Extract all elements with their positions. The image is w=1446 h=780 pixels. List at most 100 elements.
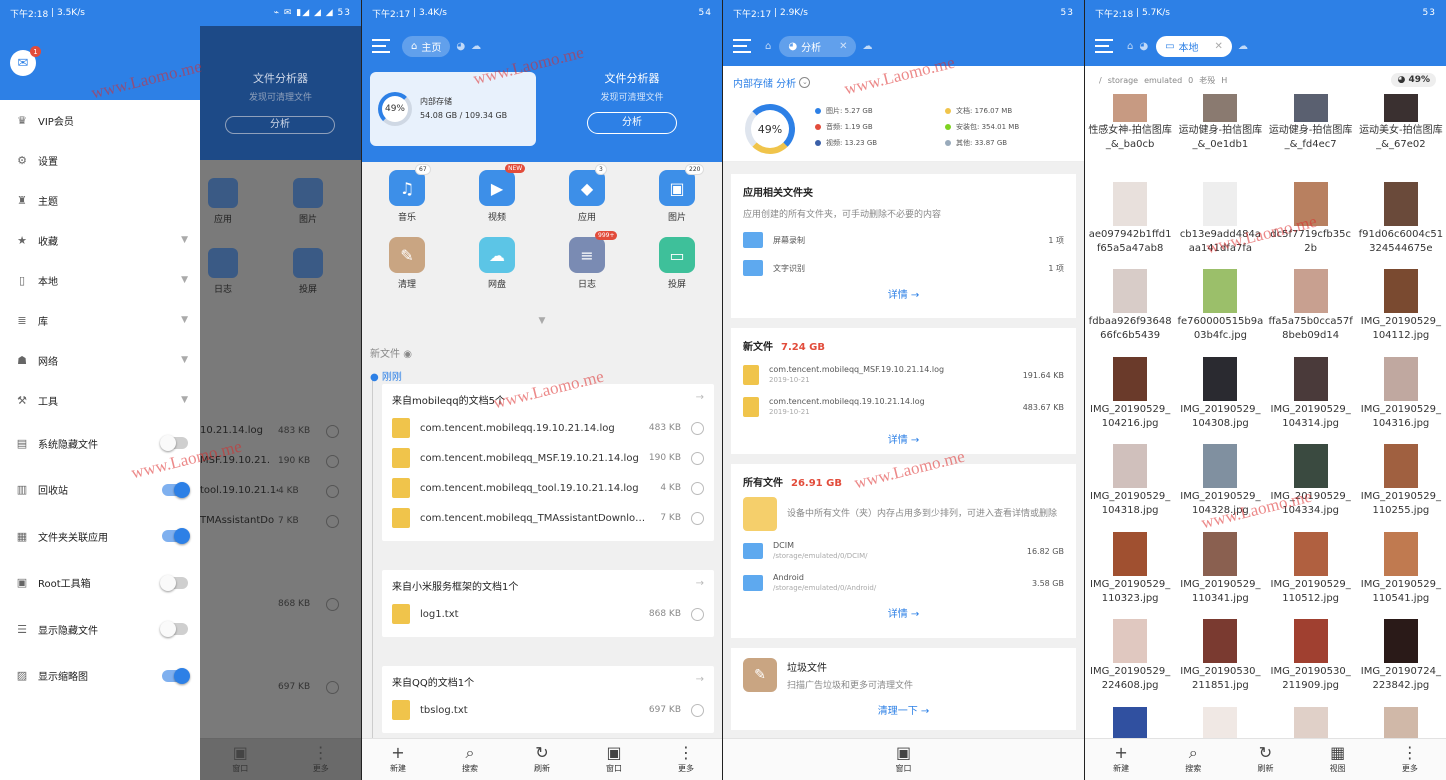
file-row[interactable]: com.tencent.mobileqq_MSF.19.10.21.14.log…: [392, 443, 704, 473]
select-radio[interactable]: [691, 481, 704, 495]
storage-percent[interactable]: ◕ 49%: [1391, 73, 1436, 87]
file-row[interactable]: com.tencent.mobileqq_TMAssistantDownload…: [392, 503, 704, 533]
bottom-more[interactable]: ⋮ 更多: [313, 745, 329, 774]
image-item[interactable]: f91d06c6004c51324544675e: [1356, 181, 1446, 270]
bottom-button-2[interactable]: ↻ 刷新: [1257, 745, 1273, 774]
image-item[interactable]: IMG_20190529_110341.jpg: [1175, 531, 1265, 620]
bottom-button-4[interactable]: ⋮ 更多: [678, 745, 694, 774]
home-icon[interactable]: ⌂: [765, 41, 771, 52]
tab-analysis[interactable]: ◕ 分析 ✕: [779, 35, 857, 57]
category-7[interactable]: ▭ 投屏: [632, 237, 722, 290]
image-item[interactable]: 运动美女-拍信图库_&_67e02: [1356, 94, 1446, 182]
chevron-down-icon[interactable]: ⌄: [799, 76, 811, 88]
drawer-item-network[interactable]: ☗ 网络 ▼: [0, 340, 200, 380]
toggle-switch[interactable]: [162, 481, 190, 498]
image-item[interactable]: IMG_20190529_110323.jpg: [1085, 531, 1175, 620]
breadcrumb-segment[interactable]: H: [1221, 76, 1227, 85]
eye-icon[interactable]: ◉: [403, 349, 412, 360]
folder-row[interactable]: DCIM/storage/emulated/0/DCIM/16.82 GB: [743, 535, 1064, 567]
bottom-button-0[interactable]: ▣ 窗口: [896, 745, 912, 774]
select-radio[interactable]: [326, 598, 339, 611]
bottom-button-1[interactable]: ⌕ 搜索: [1185, 745, 1201, 774]
folder-row[interactable]: 文字识别 1 项: [743, 254, 1064, 282]
tab-local[interactable]: ▭ 本地 ✕: [1156, 35, 1232, 57]
bottom-button-3[interactable]: ▦ 视图: [1330, 745, 1346, 774]
image-item[interactable]: IMG_20190530_211909.jpg: [1266, 619, 1356, 707]
group-title[interactable]: 来自QQ的文档1个: [392, 674, 704, 689]
file-row[interactable]: log1.txt 868 KB: [392, 599, 704, 629]
toggle-switch[interactable]: [160, 621, 188, 638]
toggle-switch[interactable]: [162, 667, 190, 684]
image-item[interactable]: 运动健身-拍信图库_&_fd4ec7: [1266, 94, 1356, 182]
bottom-window[interactable]: ▣ 窗口: [232, 745, 248, 774]
toggle-switch[interactable]: [160, 574, 188, 591]
image-item[interactable]: 运动健身-拍信图库_&_0e1db1: [1175, 94, 1265, 182]
folder-row[interactable]: 屏幕录制 1 项: [743, 226, 1064, 254]
menu-icon[interactable]: [1095, 39, 1113, 53]
image-item[interactable]: IMG_20190529_104334.jpg: [1266, 444, 1356, 532]
drawer-item-crown[interactable]: ♛ VIP会员: [0, 100, 200, 140]
select-radio[interactable]: [691, 511, 704, 525]
file-row[interactable]: com.tencent.mobileqq.19.10.21.14.log 483 …: [392, 413, 704, 443]
group-title[interactable]: 来自小米服务框架的文档1个: [392, 578, 704, 593]
image-item[interactable]: dc5f7719cfb35c2b: [1266, 181, 1356, 270]
expand-chevron-icon[interactable]: ▼: [362, 316, 722, 326]
drawer-item-gear[interactable]: ⚙ 设置: [0, 140, 200, 180]
chart-icon[interactable]: ◕: [1139, 41, 1148, 52]
image-item[interactable]: ae097942b1ffd1f65a5a47ab8: [1085, 181, 1175, 270]
breadcrumb-segment[interactable]: emulated: [1144, 76, 1182, 85]
clean-button[interactable]: 清理一下 →: [743, 702, 1064, 717]
toggle-switch[interactable]: [160, 435, 188, 452]
file-row[interactable]: com.tencent.mobileqq.19.10.21.14.log 2019…: [743, 391, 1064, 423]
drawer-item-shirt[interactable]: ♜ 主题: [0, 180, 200, 220]
menu-icon[interactable]: [372, 39, 390, 53]
select-radio[interactable]: [691, 421, 704, 435]
image-item[interactable]: ffa5a75b0cca57f8beb09d14: [1266, 269, 1356, 357]
menu-icon[interactable]: [733, 39, 751, 53]
select-radio[interactable]: [326, 485, 339, 498]
close-icon[interactable]: ✕: [1215, 41, 1223, 52]
image-item[interactable]: IMG_20190529_104216.jpg: [1085, 356, 1175, 445]
select-radio[interactable]: [326, 515, 339, 528]
image-item[interactable]: [1085, 706, 1175, 738]
cloud-icon[interactable]: ☁: [471, 41, 481, 52]
image-item[interactable]: IMG_20190529_104112.jpg: [1356, 269, 1446, 357]
image-item[interactable]: IMG_20190724_223842.jpg: [1356, 619, 1446, 707]
drawer-item-layers[interactable]: ≣ 库 ▼: [0, 300, 200, 340]
drawer-item-phone[interactable]: ▯ 本地 ▼: [0, 260, 200, 300]
breadcrumb-segment[interactable]: 0: [1188, 76, 1193, 85]
cloud-icon[interactable]: ☁: [1238, 41, 1248, 52]
select-radio[interactable]: [691, 703, 704, 717]
drawer-item-wrench[interactable]: ⚒ 工具 ▼: [0, 380, 200, 420]
bottom-button-2[interactable]: ↻ 刷新: [534, 745, 550, 774]
toggle-switch[interactable]: [162, 528, 190, 545]
details-link[interactable]: 详情 →: [743, 431, 1064, 446]
image-item[interactable]: cb13e9add484aaa141dfa7fa: [1175, 181, 1265, 270]
select-radio[interactable]: [326, 455, 339, 468]
bottom-button-3[interactable]: ▣ 窗口: [606, 745, 622, 774]
details-link[interactable]: 详情 →: [743, 605, 1064, 620]
image-item[interactable]: IMG_20190530_211851.jpg: [1175, 619, 1265, 707]
category-6[interactable]: ≡ 999+ 日志: [542, 231, 632, 290]
image-item[interactable]: IMG_20190529_104308.jpg: [1175, 356, 1265, 445]
image-item[interactable]: IMG_20190529_104314.jpg: [1266, 356, 1356, 445]
image-item[interactable]: [1175, 706, 1265, 738]
file-row[interactable]: tbslog.txt 697 KB: [392, 695, 704, 725]
file-row[interactable]: com.tencent.mobileqq_tool.19.10.21.14.lo…: [392, 473, 704, 503]
cloud-icon[interactable]: ☁: [862, 41, 872, 52]
bottom-button-0[interactable]: + 新建: [1113, 745, 1129, 774]
image-item[interactable]: IMG_20190529_104318.jpg: [1085, 444, 1175, 532]
tab-home[interactable]: ⌂ 主页: [402, 35, 451, 57]
select-radio[interactable]: [326, 425, 339, 438]
breadcrumb-segment[interactable]: storage: [1108, 76, 1138, 85]
folder-row[interactable]: Android/storage/emulated/0/Android/3.58 …: [743, 567, 1064, 599]
home-icon[interactable]: ⌂: [1127, 41, 1133, 52]
internal-storage-card[interactable]: 49% 内部存储 54.08 GB / 109.34 GB: [370, 72, 536, 146]
select-radio[interactable]: [326, 681, 339, 694]
breadcrumb-segment[interactable]: 老殁: [1199, 75, 1215, 86]
image-item[interactable]: fdbaa926f9364866fc6b5439: [1085, 269, 1175, 357]
image-item[interactable]: IMG_20190529_104316.jpg: [1356, 356, 1446, 445]
breadcrumb-segment[interactable]: /: [1099, 76, 1102, 85]
image-item[interactable]: IMG_20190529_224608.jpg: [1085, 619, 1175, 707]
image-item[interactable]: IMG_20190529_110512.jpg: [1266, 531, 1356, 620]
